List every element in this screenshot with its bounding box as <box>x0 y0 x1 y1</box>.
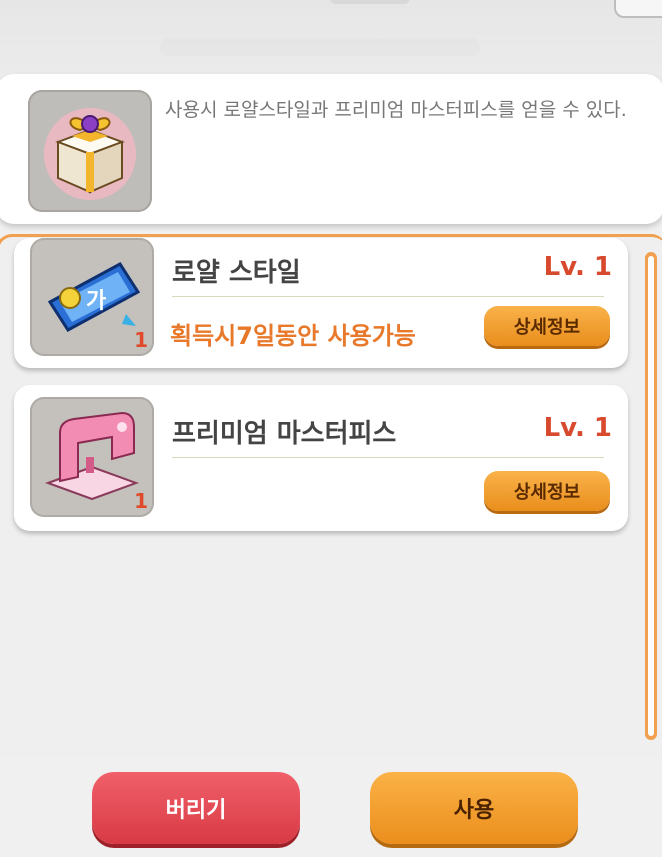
gift-box-icon <box>28 90 152 212</box>
reward-item-premium-masterpiece: 1 프리미엄 마스터피스 Lv. 1 상세정보 <box>14 385 628 531</box>
background-notice <box>160 38 480 56</box>
svg-text:가: 가 <box>86 289 106 314</box>
item-description-text: 사용시 로얄스타일과 프리미엄 마스터피스를 얻을 수 있다. <box>165 99 627 121</box>
item-quantity: 1 <box>134 489 148 513</box>
title-partial <box>330 0 410 4</box>
sewing-machine-icon: 1 <box>30 397 154 517</box>
item-duration-note: 획득시7일동안 사용가능 <box>170 322 416 350</box>
close-button[interactable] <box>614 0 662 18</box>
use-button[interactable]: 사용 <box>370 772 578 844</box>
detail-info-button[interactable]: 상세정보 <box>484 471 610 511</box>
detail-info-button[interactable]: 상세정보 <box>484 306 610 346</box>
item-name: 로얄 스타일 <box>172 258 301 288</box>
item-level: Lv. 1 <box>543 252 612 282</box>
reward-item-royal-style: 가 1 로얄 스타일 Lv. 1 획득시7일동안 사용가능 상세정보 <box>14 238 628 368</box>
divider <box>172 457 604 458</box>
item-level: Lv. 1 <box>543 413 612 443</box>
scrollbar-thumb[interactable] <box>648 256 654 736</box>
royal-style-coupon-icon: 가 1 <box>30 238 154 356</box>
discard-button[interactable]: 버리기 <box>92 772 300 844</box>
item-quantity: 1 <box>134 328 148 352</box>
divider <box>172 296 604 297</box>
item-name: 프리미엄 마스터피스 <box>172 419 397 449</box>
